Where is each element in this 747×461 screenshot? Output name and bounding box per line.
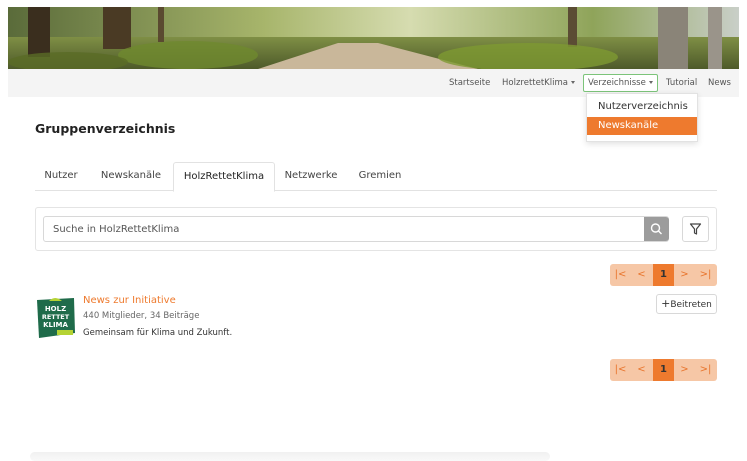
filter-icon — [689, 223, 702, 235]
page-last-button[interactable]: >| — [695, 264, 716, 286]
tab-netzwerke[interactable]: Netzwerke — [275, 162, 347, 190]
search-panel — [35, 207, 717, 251]
dropdown-item-newskanaele[interactable]: Newskanäle — [587, 117, 697, 135]
header-banner — [8, 7, 739, 69]
directory-tabs: Nutzer Newskanäle HolzRettetKlima Netzwe… — [35, 162, 717, 192]
group-description: Gemeinsam für Klima und Zukunft. — [83, 328, 233, 338]
search-icon — [650, 223, 662, 235]
page-next-button[interactable]: > — [674, 359, 695, 381]
logo-line-rettet: RETTET — [42, 313, 70, 321]
group-meta: 440 Mitglieder, 34 Beiträge — [83, 311, 200, 321]
tab-holzrettetklima[interactable]: HolzRettetKlima — [173, 162, 275, 192]
tab-newskanaele[interactable]: Newskanäle — [89, 162, 173, 190]
search-button[interactable] — [644, 217, 669, 241]
dropdown-item-nutzerverzeichnis[interactable]: Nutzerverzeichnis — [587, 98, 697, 116]
nav-holzrettetklima[interactable]: HolzrettetKlima — [502, 78, 575, 88]
group-logo: HOLZ RETTET KLIMA — [35, 297, 76, 339]
page-last-button[interactable]: >| — [695, 359, 716, 381]
search-input[interactable] — [43, 216, 669, 242]
nav-news[interactable]: News — [708, 78, 731, 88]
nav-startseite[interactable]: Startseite — [449, 78, 490, 88]
plus-icon: + — [661, 297, 671, 310]
logo-line-klima: KLIMA — [43, 321, 68, 329]
page-first-button[interactable]: |< — [610, 264, 631, 286]
page-next-button[interactable]: > — [674, 264, 695, 286]
logo-line-holz: HOLZ — [45, 305, 66, 313]
chevron-down-icon — [648, 81, 653, 84]
page-current-label: 1 — [660, 269, 667, 280]
nav-verzeichnisse[interactable]: Verzeichnisse — [583, 74, 658, 92]
page-first-button[interactable]: |< — [610, 359, 631, 381]
page-current-label: 1 — [660, 364, 667, 375]
verzeichnisse-dropdown: Nutzerverzeichnis Newskanäle — [586, 93, 698, 142]
join-label: Beitreten — [670, 300, 712, 310]
tab-nutzer[interactable]: Nutzer — [35, 162, 87, 190]
tab-gremien[interactable]: Gremien — [349, 162, 411, 190]
join-button[interactable]: +Beitreten — [656, 294, 717, 314]
page-prev-button[interactable]: < — [631, 264, 652, 286]
filter-button[interactable] — [682, 216, 709, 242]
page-current[interactable]: 1 — [653, 264, 674, 286]
nav-holzrettetklima-label: HolzrettetKlima — [502, 78, 568, 88]
page-title: Gruppenverzeichnis — [35, 121, 176, 136]
forest-banner-image — [8, 7, 739, 69]
page-current[interactable]: 1 — [653, 359, 674, 381]
page-prev-button[interactable]: < — [631, 359, 652, 381]
holzrettetklima-logo-icon: HOLZ RETTET KLIMA — [37, 298, 75, 338]
group-title-link[interactable]: News zur Initiative — [83, 295, 176, 306]
nav-tutorial[interactable]: Tutorial — [666, 78, 697, 88]
pagination-top: |< < 1 > >| — [610, 264, 717, 286]
footer-shadow — [30, 452, 550, 461]
pagination-bottom: |< < 1 > >| — [610, 359, 717, 381]
nav-verzeichnisse-label: Verzeichnisse — [588, 78, 646, 88]
chevron-down-icon — [570, 81, 575, 84]
